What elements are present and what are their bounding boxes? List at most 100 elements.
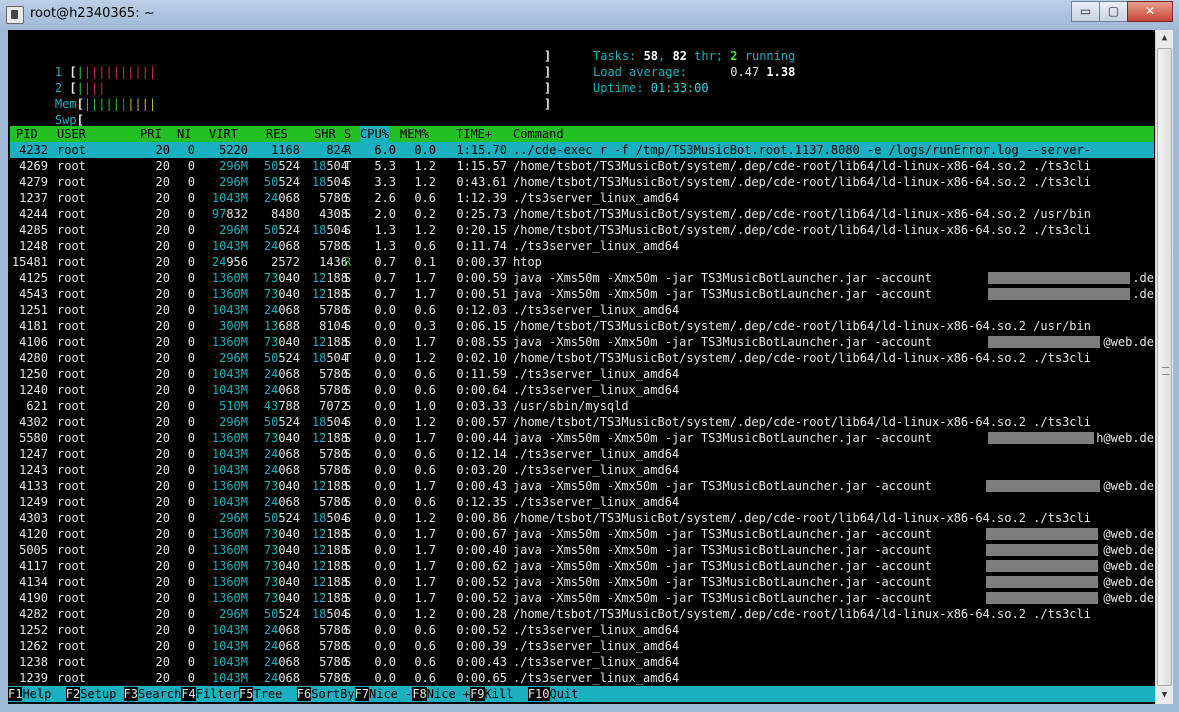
scroll-up-arrow-icon[interactable]: ▲	[1156, 30, 1173, 47]
table-row[interactable]: 4125 root 20 0 1360M 73040 12188 S 0.7 1.7 0:00.59…	[10, 270, 1154, 286]
cpu2-meter-end: ]	[544, 65, 552, 79]
cell-user: root	[57, 479, 86, 493]
close-button[interactable]: ✕	[1127, 1, 1173, 22]
table-row[interactable]: 4280 root 20 0 296M 50524 18504 T 0.0 1.2 0:02.10 /…	[10, 350, 1154, 366]
cell-pid: 4190	[19, 591, 48, 605]
table-row[interactable]: 4279 root 20 0 296M 50524 18504 S 3.3 1.2 0:43.61 /…	[10, 174, 1154, 190]
table-row[interactable]: 5005 root 20 0 1360M 73040 12188 S 0.0 1.7 0:00.40…	[10, 542, 1154, 558]
scrollbar-thumb[interactable]	[1157, 48, 1172, 686]
cell-mem: 1.7	[414, 575, 436, 589]
cell-s: S	[344, 655, 352, 669]
fkey-f7[interactable]: F7Nice -	[354, 686, 412, 702]
cell-time: 0:25.73	[456, 207, 507, 221]
cell-pri: 20	[155, 271, 170, 285]
minimize-button[interactable]: ▭	[1071, 1, 1100, 22]
col-state[interactable]: S	[344, 126, 351, 142]
table-row[interactable]: 4117 root 20 0 1360M 73040 12188 S 0.0 1.7 0:00.62…	[10, 558, 1154, 574]
col-mem[interactable]: MEM%	[400, 126, 429, 142]
col-cpu[interactable]: CPU%	[360, 126, 389, 142]
redaction-box	[988, 288, 1130, 300]
table-row[interactable]: 4133 root 20 0 1360M 73040 12188 S 0.0 1.7 0:00.43…	[10, 478, 1154, 494]
cell-res: 73040	[263, 575, 300, 589]
cell-pri: 20	[155, 415, 170, 429]
table-row[interactable]: 1239 root 20 0 1043M 24068 5780 S 0.0 0.6 0:00.65.…	[10, 670, 1154, 686]
fkey-f6[interactable]: F6SortBy	[296, 686, 355, 702]
col-pri[interactable]: PRI	[140, 126, 162, 142]
table-row[interactable]: 4302 root 20 0 296M 50524 18504 S 0.0 1.2 0:00.57 /…	[10, 414, 1154, 430]
fkey-f1[interactable]: F1Help	[8, 686, 66, 702]
table-row[interactable]: 4269 root 20 0 296M 50524 18504 T 5.3 1.2 1:15.57 /…	[10, 158, 1154, 174]
col-command[interactable]: Command	[513, 126, 564, 142]
table-row[interactable]: 1251 root 20 0 1043M 24068 5780 S 0.0 0.6 0:12.03.…	[10, 302, 1154, 318]
redaction-box	[986, 560, 1098, 572]
table-row[interactable]: 1248 root 20 0 1043M 24068 5780 S 1.3 0.6 0:11.74.…	[10, 238, 1154, 254]
table-row[interactable]: 1237 root 20 0 1043M 24068 5780 S 2.6 0.6 1:12.39.…	[10, 190, 1154, 206]
table-row[interactable]: 621 root 20 0 510M 43788 7072 S 0.0 1.0 0:03.33/us…	[10, 398, 1154, 414]
cell-user: root	[57, 447, 86, 461]
cell-res: 24068	[263, 639, 300, 653]
cell-shr: 12188	[311, 559, 348, 573]
cell-mem: 1.2	[414, 175, 436, 189]
scroll-down-arrow-icon[interactable]: ▼	[1156, 687, 1173, 704]
scrollbar[interactable]: ▲ ▼	[1155, 30, 1173, 704]
table-row[interactable]: 1238 root 20 0 1043M 24068 5780 S 0.0 0.6 0:00.43.…	[10, 654, 1154, 670]
fkey-f5[interactable]: F5Tree	[239, 686, 297, 702]
cell-cmd: /home/tsbot/TS3MusicBot/system/.dep/cde-…	[513, 319, 1091, 333]
cell-user: root	[57, 207, 86, 221]
window-titlebar[interactable]: root@h2340365: ~ ▭ ▢ ✕	[0, 0, 1179, 30]
table-row[interactable]: 1250 root 20 0 1043M 24068 5780 S 0.0 0.6 0:11.59.…	[10, 366, 1154, 382]
table-row[interactable]: 4134 root 20 0 1360M 73040 12188 S 0.0 1.7 0:00.52…	[10, 574, 1154, 590]
cell-shr: 18504	[311, 511, 348, 525]
cell-ni: 0	[187, 431, 195, 445]
cell-shr: 12188	[311, 575, 348, 589]
table-row[interactable]: 5580 root 20 0 1360M 73040 12188 S 0.0 1.7 0:00.44…	[10, 430, 1154, 446]
fkey-label: Tree	[253, 687, 297, 701]
cell-shr: 1436	[319, 255, 348, 269]
cell-pid: 4269	[19, 159, 48, 173]
table-row[interactable]: 4244 root 20 0 97832 8480 4308 S 2.0 0.2 0:25.73/h…	[10, 206, 1154, 222]
table-row[interactable]: 15481 root 20 0 24956 2572 1436 R 0.7 0.1 0:00.37 h…	[10, 254, 1154, 270]
table-row[interactable]: 1243 root 20 0 1043M 24068 5780 S 0.0 0.6 0:03.20.…	[10, 462, 1154, 478]
cell-s: S	[344, 287, 352, 301]
table-row[interactable]: 4190 root 20 0 1360M 73040 12188 S 0.0 1.7 0:00.52…	[10, 590, 1154, 606]
putty-icon[interactable]	[6, 6, 24, 24]
table-row[interactable]: 1262 root 20 0 1043M 24068 5780 S 0.0 0.6 0:00.39.…	[10, 638, 1154, 654]
terminal[interactable]: 1 [||||||||||| 2 [|||| Mem[|||||||||| Sw…	[8, 30, 1155, 704]
table-row[interactable]: 1249 root 20 0 1043M 24068 5780 S 0.0 0.6 0:12.35.…	[10, 494, 1154, 510]
table-row[interactable]: 1252 root 20 0 1043M 24068 5780 S 0.0 0.6 0:00.52.…	[10, 622, 1154, 638]
table-row[interactable]: 4543 root 20 0 1360M 73040 12188 S 0.7 1.7 0:00.51…	[10, 286, 1154, 302]
table-row[interactable]: 4282 root 20 0 296M 50524 18504 S 0.0 1.2 0:00.28 /…	[10, 606, 1154, 622]
col-res[interactable]: RES	[266, 126, 288, 142]
table-row-selected[interactable]: 4232 root 20 0 5220 1168 824 R 6.0 0.0 1:15.70 ../c…	[10, 142, 1154, 158]
table-row[interactable]: 1247 root 20 0 1043M 24068 5780 S 0.0 0.6 0:12.14.…	[10, 446, 1154, 462]
col-pid[interactable]: PID	[16, 126, 38, 142]
table-row[interactable]: 4120 root 20 0 1360M 73040 12188 S 0.0 1.7 0:00.67…	[10, 526, 1154, 542]
cell-ni: 0	[187, 399, 195, 413]
cell-res: 24068	[263, 367, 300, 381]
cell-cmd: /home/tsbot/TS3MusicBot/system/.dep/cde-…	[513, 415, 1091, 429]
cell-cmd: /home/tsbot/TS3MusicBot/system/.dep/cde-…	[513, 351, 1091, 365]
table-row[interactable]: 4285 root 20 0 296M 50524 18504 S 1.3 1.2 0:20.15 /…	[10, 222, 1154, 238]
fkey-f3[interactable]: F3Search	[123, 686, 181, 702]
col-user[interactable]: USER	[57, 126, 86, 142]
fkey-f2[interactable]: F2Setup	[65, 686, 124, 702]
col-ni[interactable]: NI	[177, 126, 191, 142]
redaction-box	[988, 432, 1094, 444]
cell-time: 0:00.44	[456, 431, 507, 445]
col-virt[interactable]: VIRT	[209, 126, 238, 142]
table-row[interactable]: 4303 root 20 0 296M 50524 18504 S 0.0 1.2 0:00.86 /…	[10, 510, 1154, 526]
cell-shr: 5780	[319, 623, 348, 637]
col-time[interactable]: TIME+	[456, 126, 492, 142]
maximize-button[interactable]: ▢	[1099, 1, 1128, 22]
fkey-f10[interactable]: F10Quit	[527, 686, 593, 702]
col-shr[interactable]: SHR	[314, 126, 336, 142]
fkey-f9[interactable]: F9Kill	[470, 686, 528, 702]
cell-pid: 4282	[19, 607, 48, 621]
fkey-key: F5	[239, 687, 254, 701]
table-row[interactable]: 1240 root 20 0 1043M 24068 5780 S 0.0 0.6 0:00.64.…	[10, 382, 1154, 398]
table-row[interactable]: 4106 root 20 0 1360M 73040 12188 S 0.0 1.7 0:08.55…	[10, 334, 1154, 350]
cell-s: S	[344, 223, 352, 237]
fkey-f4[interactable]: F4Filter	[181, 686, 239, 702]
fkey-f8[interactable]: F8Nice +	[412, 686, 470, 702]
table-row[interactable]: 4181 root 20 0 300M 13688 8104 S 0.0 0.3 0:06.15/h…	[10, 318, 1154, 334]
